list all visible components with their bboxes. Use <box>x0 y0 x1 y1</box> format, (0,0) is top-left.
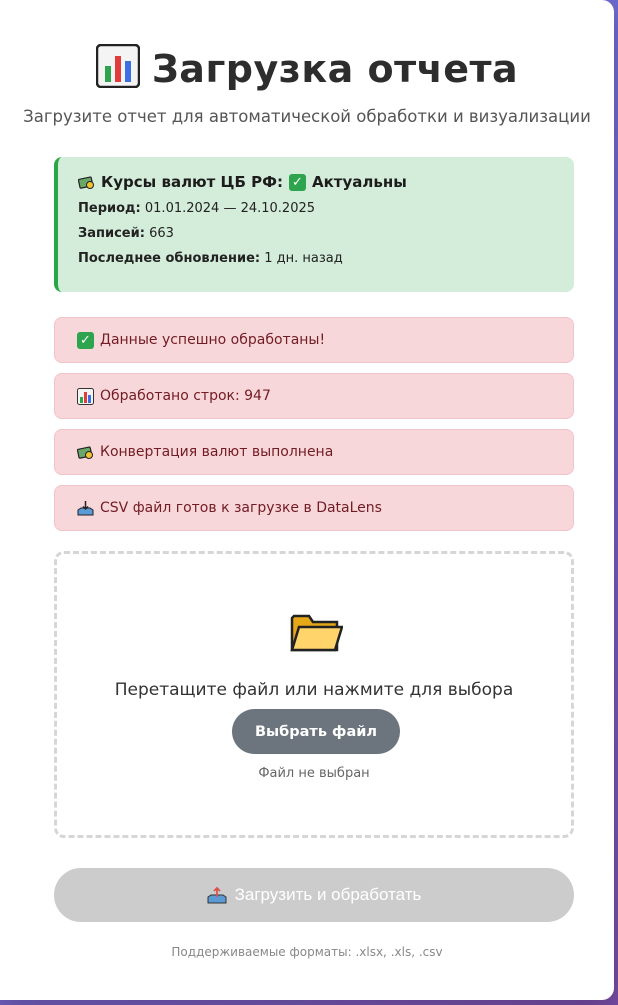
upload-card: Загрузка отчета Загрузите отчет для авто… <box>0 0 614 1000</box>
currency-icon <box>78 175 94 189</box>
upload-process-button[interactable]: Загрузить и обработать <box>54 868 574 922</box>
page-title: Загрузка отчета <box>0 44 614 91</box>
message-rows: Обработано строк: 947 <box>54 373 574 419</box>
rates-title: Курсы валют ЦБ РФ: <box>101 173 283 191</box>
rates-updated: Последнее обновление: 1 дн. назад <box>78 251 554 266</box>
message-text: CSV файл готов к загрузке в DataLens <box>100 500 382 516</box>
check-icon: ✓ <box>77 331 94 349</box>
page-subtitle: Загрузите отчет для автоматической обраб… <box>23 107 591 126</box>
period-label: Период: <box>78 201 141 216</box>
currency-rates-panel: Курсы валют ЦБ РФ: ✓ Актуальны Период: 0… <box>54 157 574 292</box>
dropzone-text: Перетащите файл или нажмите для выбора <box>114 680 514 700</box>
chart-icon <box>77 387 94 405</box>
period-value: 01.01.2024 — 24.10.2025 <box>144 201 316 216</box>
updated-label: Последнее обновление: <box>78 251 261 266</box>
supported-formats: Поддерживаемые форматы: .xlsx, .xls, .cs… <box>171 945 443 959</box>
rates-records: Записей: 663 <box>78 226 554 241</box>
records-label: Записей: <box>78 226 145 241</box>
message-conversion: Конвертация валют выполнена <box>54 429 574 475</box>
outbox-tray-icon <box>207 886 227 904</box>
check-icon: ✓ <box>289 173 306 191</box>
bar-chart-icon <box>95 44 140 88</box>
message-csv-ready: CSV файл готов к загрузке в DataLens <box>54 485 574 531</box>
choose-file-button[interactable]: Выбрать файл <box>232 709 400 754</box>
upload-button-label: Загрузить и обработать <box>234 885 422 904</box>
message-processed: ✓ Данные успешно обработаны! <box>54 317 574 363</box>
message-text: Данные успешно обработаны! <box>100 332 326 348</box>
rates-header: Курсы валют ЦБ РФ: ✓ Актуальны <box>78 173 554 191</box>
file-dropzone[interactable]: Перетащите файл или нажмите для выбора В… <box>54 551 574 838</box>
inbox-tray-icon <box>77 500 94 515</box>
title-text: Загрузка отчета <box>151 47 519 91</box>
records-value: 663 <box>149 226 174 241</box>
currency-icon <box>77 445 93 459</box>
updated-value: 1 дн. назад <box>264 251 343 266</box>
folder-icon <box>290 614 343 652</box>
file-status: Файл не выбран <box>258 766 370 781</box>
message-text: Обработано строк: 947 <box>100 388 271 404</box>
rates-period: Период: 01.01.2024 — 24.10.2025 <box>78 201 554 216</box>
message-text: Конвертация валют выполнена <box>100 444 334 460</box>
rates-status: Актуальны <box>312 173 407 191</box>
